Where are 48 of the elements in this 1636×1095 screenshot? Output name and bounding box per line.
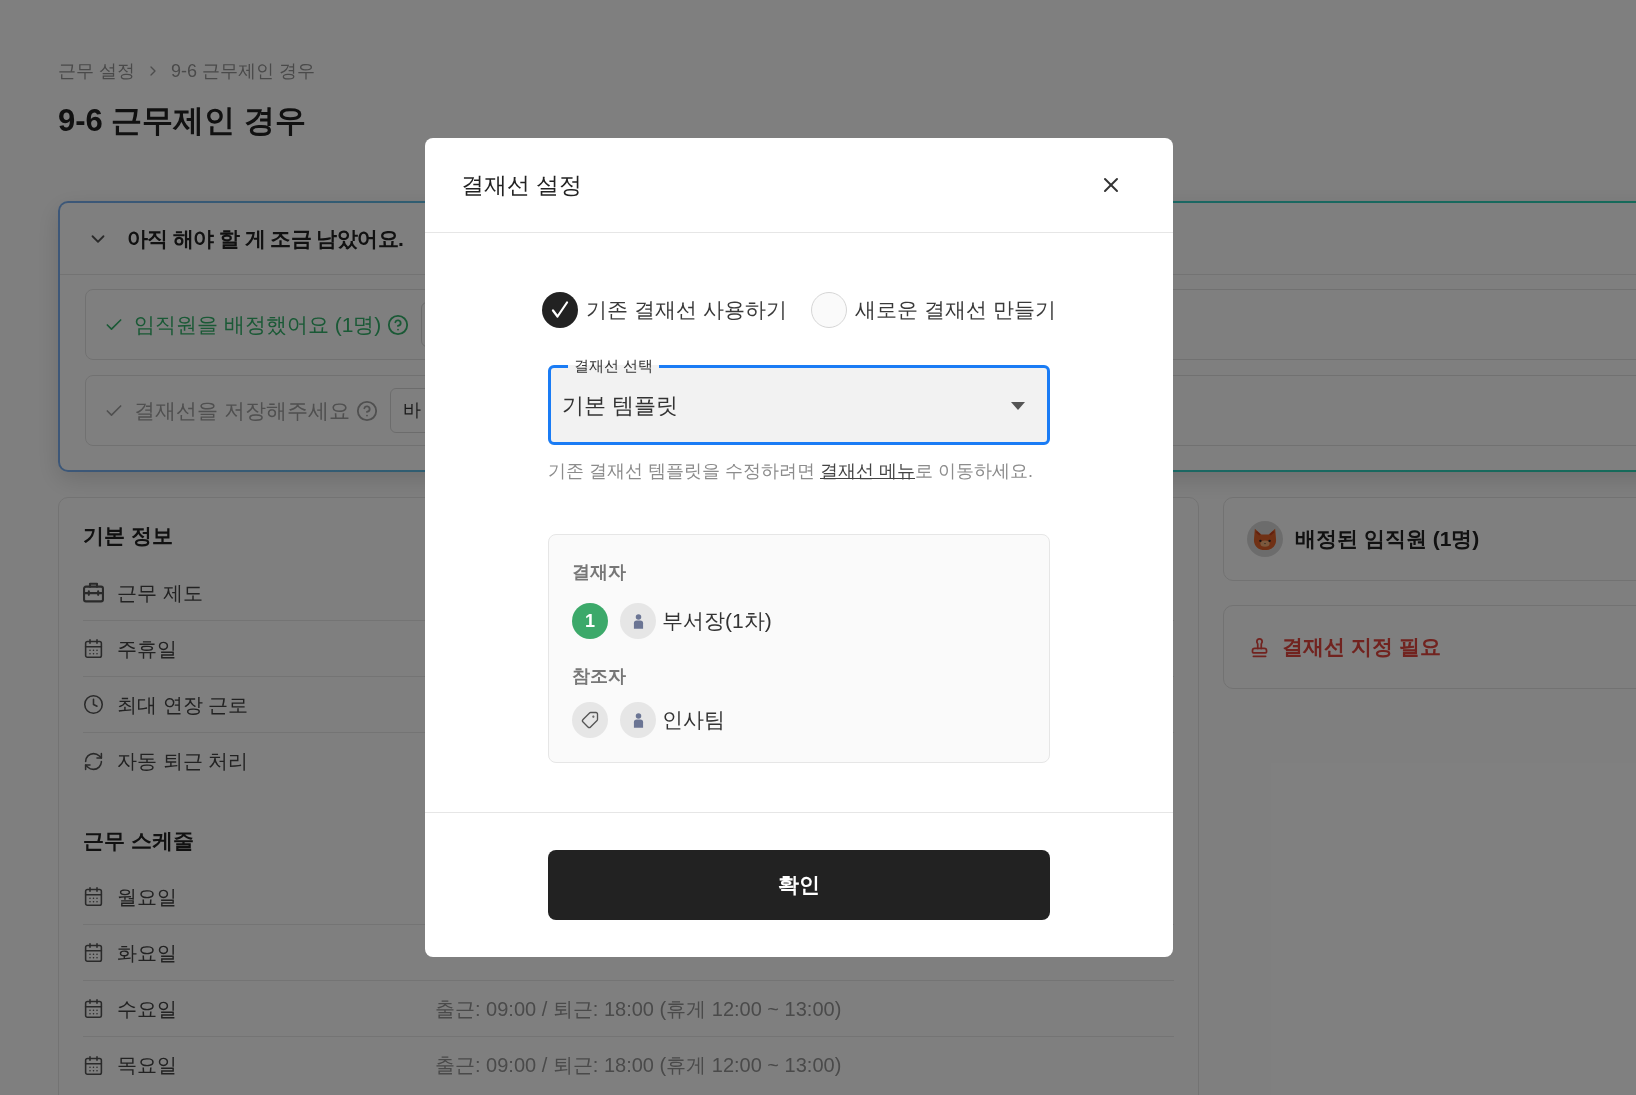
confirm-button[interactable]: 확인 (548, 850, 1050, 920)
info-label: 근무 제도 (117, 580, 203, 606)
calendar-icon (83, 942, 104, 963)
group-label: 결재자 (572, 561, 626, 584)
tag-icon (572, 702, 608, 738)
calendar-icon (83, 1054, 104, 1076)
day-label: 목요일 (117, 1053, 177, 1078)
checklist-title: 아직 해야 할 게 조금 남았어요. (127, 225, 404, 252)
modal-title: 결재선 설정 (461, 171, 583, 200)
day-label: 수요일 (117, 996, 177, 1022)
summary-card-title: 배정된 임직원 (1명) (1295, 526, 1480, 552)
clock-icon (83, 694, 104, 715)
checklist-item-label: 임직원을 배정했어요 (1명) (134, 311, 382, 338)
help-icon[interactable] (387, 313, 410, 336)
day-label: 월요일 (117, 884, 177, 910)
summary-card-title: 결재선 지정 필요 (1282, 634, 1441, 660)
cat-face-icon (1247, 521, 1283, 557)
person-icon (620, 603, 656, 639)
check-icon (551, 301, 570, 319)
member-name: 부서장(1차) (662, 608, 772, 634)
radio-button[interactable] (542, 292, 579, 328)
radio-button[interactable] (811, 292, 847, 328)
help-icon[interactable] (355, 399, 378, 422)
info-label: 최대 연장 근로 (117, 692, 249, 718)
stamp-icon (1249, 636, 1270, 658)
info-label: 자동 퇴근 처리 (117, 749, 249, 774)
member-name: 인사팀 (662, 707, 725, 733)
caret-down-icon (1011, 402, 1025, 410)
group-label: 참조자 (572, 665, 626, 688)
briefcase-icon (83, 582, 104, 603)
day-label: 화요일 (117, 940, 177, 966)
radio-label[interactable]: 새로운 결재선 만들기 (855, 295, 1056, 325)
person-icon (620, 702, 656, 738)
menu-link[interactable]: 결재선 메뉴 (820, 461, 916, 481)
radio-label[interactable]: 기존 결재선 사용하기 (586, 295, 787, 325)
helper-text: 기존 결재선 템플릿을 수정하려면 결재선 메뉴로 이동하세요. (548, 460, 1034, 483)
select-label: 결재선 선택 (573, 356, 655, 376)
section-title: 근무 스케줄 (83, 828, 194, 854)
select-value: 기본 템플릿 (562, 392, 679, 420)
section-title: 기본 정보 (83, 523, 173, 549)
calendar-icon (83, 638, 104, 659)
step-number: 1 (572, 603, 608, 639)
template-select[interactable]: 결재선 선택 기본 템플릿 (548, 356, 1050, 445)
refresh-icon (83, 750, 104, 772)
info-label: 주휴일 (117, 636, 177, 662)
calendar-icon (83, 886, 104, 907)
calendar-icon (83, 998, 104, 1019)
page-title: 9-6 근무제인 경우 (58, 102, 307, 140)
